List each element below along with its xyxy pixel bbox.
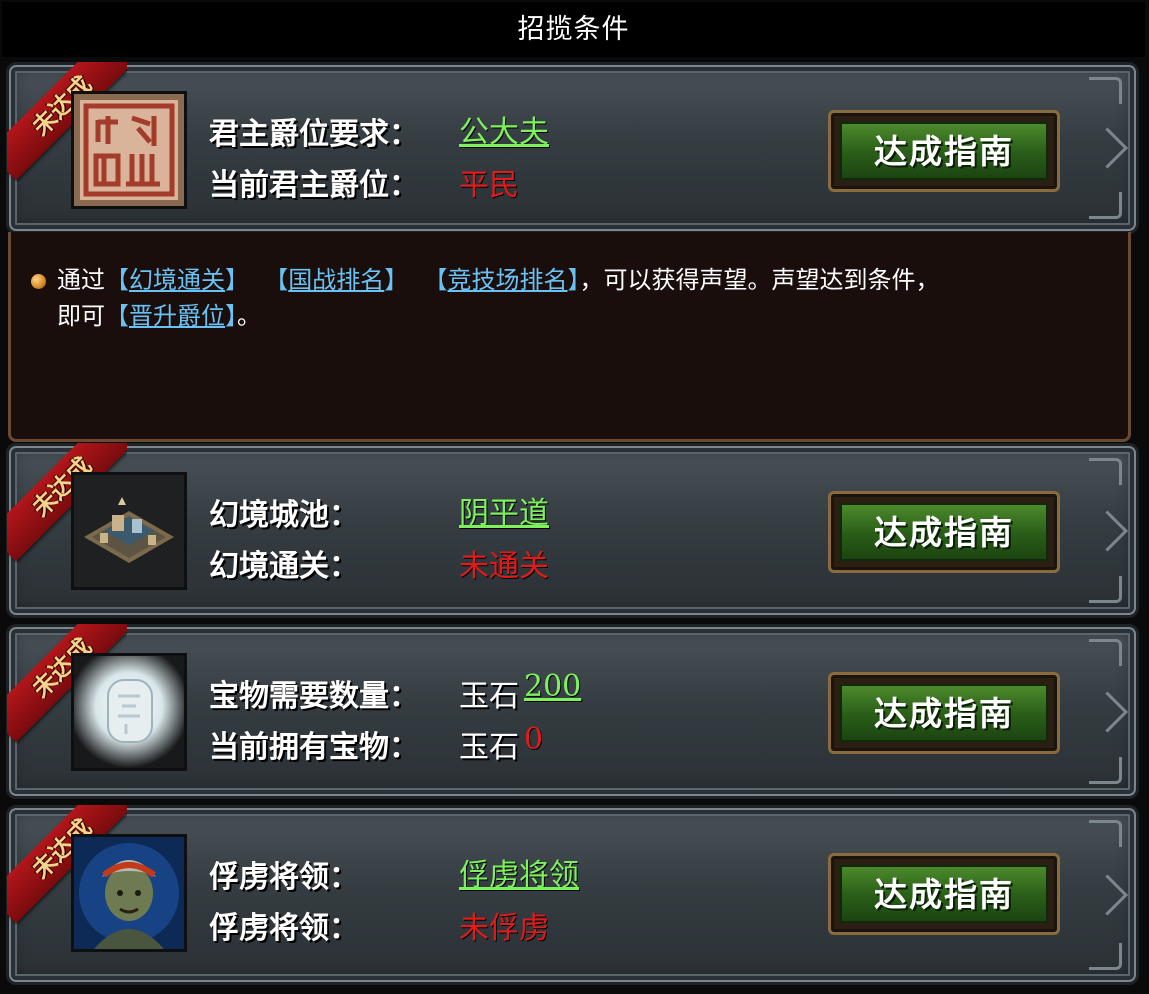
current-value: 0 bbox=[524, 722, 544, 757]
requirement-label: 幻境城池： bbox=[209, 498, 359, 533]
current-label: 当前拥有宝物： bbox=[209, 730, 419, 765]
dialog-title: 招揽条件 bbox=[2, 2, 1145, 57]
condition-panel-captive: 未达成 俘虏将领： 俘虏将领 俘虏将领： 未俘虏 达成指南 bbox=[6, 805, 1139, 985]
requirement-value: 公大夫 bbox=[459, 115, 549, 150]
jade-icon bbox=[71, 653, 187, 771]
general-portrait-icon bbox=[71, 834, 187, 952]
guide-button[interactable]: 达成指南 bbox=[828, 491, 1060, 573]
guide-button-label: 达成指南 bbox=[840, 503, 1048, 561]
guide-button[interactable]: 达成指南 bbox=[828, 672, 1060, 754]
current-value: 未通关 bbox=[459, 549, 549, 584]
link-war-ranking[interactable]: 【国战排名】 bbox=[264, 266, 408, 294]
seal-icon bbox=[71, 91, 187, 209]
info-text: 通过【幻境通关】 【国战排名】 【竞技场排名】，可以获得声望。声望达到条件， 即可… bbox=[57, 266, 940, 330]
current-label: 幻境通关： bbox=[209, 549, 359, 584]
link-arena-ranking[interactable]: 【竞技场排名】 bbox=[424, 266, 580, 294]
link-promote-rank[interactable]: 【晋升爵位】 bbox=[105, 302, 237, 330]
link-phantom-clear[interactable]: 【幻境通关】 bbox=[105, 266, 249, 294]
guide-button[interactable]: 达成指南 bbox=[828, 110, 1060, 192]
condition-panel-rank: 未达成 君主爵位要求： 公大夫 当前君主爵位： 平民 达成指南 bbox=[6, 62, 1139, 234]
current-label: 俘虏将领： bbox=[209, 911, 359, 946]
current-prefix: 玉石 bbox=[459, 730, 519, 765]
requirement-value: 200 bbox=[524, 669, 582, 704]
condition-panel-phantom-city: 未达成 幻境城池： 阴平道 幻境通关： 未通关 达成指南 bbox=[6, 443, 1139, 618]
current-value: 未俘虏 bbox=[459, 911, 549, 946]
guide-button-label: 达成指南 bbox=[840, 684, 1048, 742]
condition-panel-treasure: 未达成 宝物需要数量： 玉石 200 当前拥有宝物： 玉石 0 达成指南 bbox=[6, 624, 1139, 799]
bullet-icon bbox=[31, 274, 46, 289]
requirement-label: 君主爵位要求： bbox=[209, 117, 419, 152]
guide-button-label: 达成指南 bbox=[840, 122, 1048, 180]
current-value: 平民 bbox=[459, 168, 519, 203]
requirement-label: 宝物需要数量： bbox=[209, 679, 419, 714]
guide-button[interactable]: 达成指南 bbox=[828, 853, 1060, 935]
requirement-prefix: 玉石 bbox=[459, 679, 519, 714]
requirement-label: 俘虏将领： bbox=[209, 860, 359, 895]
city-icon bbox=[71, 472, 187, 590]
guide-button-label: 达成指南 bbox=[840, 865, 1048, 923]
requirement-value: 阴平道 bbox=[459, 496, 549, 531]
info-box: 通过【幻境通关】 【国战排名】 【竞技场排名】，可以获得声望。声望达到条件， 即可… bbox=[8, 232, 1131, 442]
current-label: 当前君主爵位： bbox=[209, 168, 419, 203]
requirement-value: 俘虏将领 bbox=[459, 858, 579, 893]
